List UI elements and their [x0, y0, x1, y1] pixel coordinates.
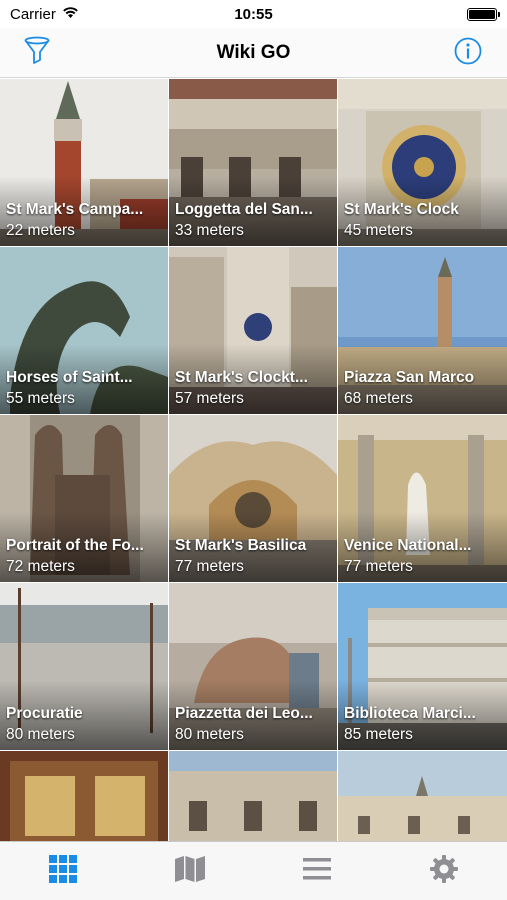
- place-name: St Mark's Clock: [344, 201, 459, 218]
- place-tile[interactable]: Venice National... 77 meters: [338, 415, 507, 582]
- place-tile[interactable]: [0, 751, 168, 841]
- place-distance: 77 meters: [175, 558, 244, 575]
- place-tile[interactable]: [169, 751, 337, 841]
- place-tile[interactable]: St Mark's Campa... 22 meters: [0, 79, 168, 246]
- place-tile[interactable]: Biblioteca Marci... 85 meters: [338, 583, 507, 750]
- place-tile[interactable]: St Mark's Basilica 77 meters: [169, 415, 337, 582]
- tab-bar: [0, 841, 507, 900]
- place-name: St Mark's Campa...: [6, 201, 144, 218]
- place-distance: 45 meters: [344, 222, 413, 239]
- carrier-label: Carrier: [10, 5, 56, 23]
- place-distance: 22 meters: [6, 222, 75, 239]
- status-bar: Carrier 10:55: [0, 0, 507, 28]
- tab-settings[interactable]: [414, 849, 474, 893]
- place-tile[interactable]: [338, 751, 507, 841]
- place-photo: [0, 751, 168, 841]
- place-name: Loggetta del San...: [175, 201, 313, 218]
- tab-grid[interactable]: [33, 849, 93, 893]
- tab-map[interactable]: [160, 849, 220, 893]
- place-name: Horses of Saint...: [6, 369, 133, 386]
- place-name: Biblioteca Marci...: [344, 705, 476, 722]
- tab-list[interactable]: [287, 849, 347, 893]
- battery-icon: [467, 7, 500, 21]
- place-photo: [169, 751, 337, 841]
- status-left: Carrier: [10, 6, 79, 23]
- filter-button[interactable]: [20, 36, 54, 70]
- place-name: Venice National...: [344, 537, 472, 554]
- place-name: Piazzetta dei Leo...: [175, 705, 313, 722]
- grid-icon: [48, 854, 78, 889]
- settings-icon: [429, 854, 459, 889]
- place-tile[interactable]: Loggetta del San... 33 meters: [169, 79, 337, 246]
- place-distance: 68 meters: [344, 390, 413, 407]
- place-tile[interactable]: Procuratie 80 meters: [0, 583, 168, 750]
- place-tile[interactable]: St Mark's Clock 45 meters: [338, 79, 507, 246]
- place-tile[interactable]: Piazzetta dei Leo... 80 meters: [169, 583, 337, 750]
- place-name: St Mark's Basilica: [175, 537, 307, 554]
- places-grid: St Mark's Campa... 22 meters Loggetta de…: [0, 79, 507, 841]
- filter-icon: [23, 36, 51, 71]
- place-tile[interactable]: Portrait of the Fo... 72 meters: [0, 415, 168, 582]
- place-distance: 77 meters: [344, 558, 413, 575]
- place-distance: 72 meters: [6, 558, 75, 575]
- place-name: Portrait of the Fo...: [6, 537, 144, 554]
- info-button[interactable]: [451, 36, 485, 70]
- map-icon: [174, 855, 206, 888]
- navigation-bar: Wiki GO: [0, 28, 507, 78]
- place-distance: 85 meters: [344, 726, 413, 743]
- place-distance: 55 meters: [6, 390, 75, 407]
- place-distance: 80 meters: [175, 726, 244, 743]
- place-tile[interactable]: Horses of Saint... 55 meters: [0, 247, 168, 414]
- place-name: Procuratie: [6, 705, 83, 722]
- wifi-icon: [62, 6, 79, 23]
- info-icon: [454, 37, 482, 70]
- place-tile[interactable]: Piazza San Marco 68 meters: [338, 247, 507, 414]
- page-title: Wiki GO: [216, 41, 291, 63]
- place-photo: [338, 751, 507, 841]
- place-name: Piazza San Marco: [344, 369, 475, 386]
- list-icon: [302, 856, 332, 887]
- place-distance: 80 meters: [6, 726, 75, 743]
- place-distance: 57 meters: [175, 390, 244, 407]
- place-name: St Mark's Clockt...: [175, 369, 308, 386]
- place-distance: 33 meters: [175, 222, 244, 239]
- place-tile[interactable]: St Mark's Clockt... 57 meters: [169, 247, 337, 414]
